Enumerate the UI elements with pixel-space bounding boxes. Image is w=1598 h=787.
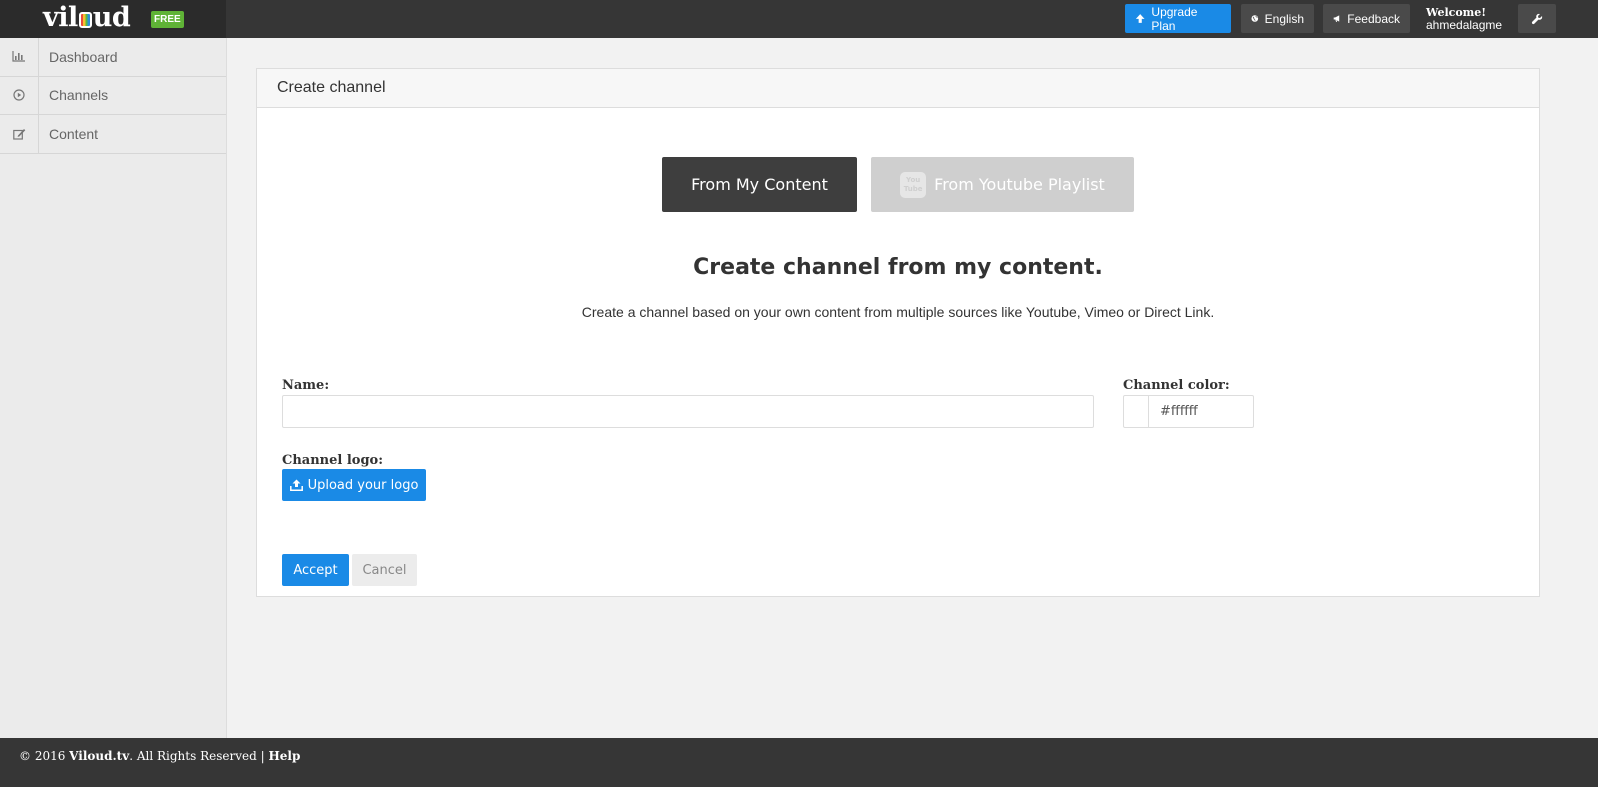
channel-color-label: Channel color: <box>1123 378 1230 393</box>
rights-text: . All Rights Reserved | <box>129 749 269 763</box>
sidebar-item-dashboard[interactable]: Dashboard <box>0 38 226 77</box>
feedback-button[interactable]: Feedback <box>1323 4 1410 33</box>
accept-button[interactable]: Accept <box>282 554 349 586</box>
color-swatch[interactable] <box>1124 396 1149 427</box>
panel-title: Create channel <box>257 69 1539 108</box>
sidebar-item-content[interactable]: Content <box>0 115 226 154</box>
wrench-icon <box>1531 13 1543 24</box>
tv-logo-icon <box>78 12 92 28</box>
name-label: Name: <box>282 378 330 393</box>
edit-icon <box>12 128 25 140</box>
sidebar: Dashboard Channels Content <box>0 38 227 738</box>
create-channel-panel: Create channel From My Content You Tube F… <box>256 68 1540 597</box>
cancel-button[interactable]: Cancel <box>352 554 417 586</box>
help-link[interactable]: Help <box>268 749 300 763</box>
upload-logo-button[interactable]: Upload your logo <box>282 469 426 501</box>
from-my-content-tab[interactable]: From My Content <box>662 157 857 212</box>
upgrade-plan-button[interactable]: Upgrade Plan <box>1125 4 1231 33</box>
upload-icon <box>289 479 303 491</box>
from-youtube-playlist-tab[interactable]: You Tube From Youtube Playlist <box>871 157 1134 212</box>
plan-badge: FREE <box>151 11 184 28</box>
brand-area: vil ud FREE <box>0 0 226 38</box>
arrow-up-icon <box>1135 14 1145 23</box>
viloud-logo[interactable]: vil ud <box>43 3 131 33</box>
language-button[interactable]: English <box>1241 4 1314 33</box>
section-heading: Create channel from my content. <box>693 255 1103 280</box>
sidebar-item-label: Content <box>49 125 99 142</box>
section-description: Create a channel based on your own conte… <box>581 304 1215 320</box>
color-value[interactable]: #ffffff <box>1149 396 1198 427</box>
bar-chart-icon <box>12 51 25 62</box>
username: ahmedalagme <box>1426 18 1503 32</box>
footer-site-link[interactable]: Viloud.tv <box>69 749 129 763</box>
top-bar: vil ud FREE Upgrade Plan English Feedback… <box>0 0 1598 38</box>
sidebar-item-channels[interactable]: Channels <box>0 76 226 115</box>
channel-color-picker[interactable]: #ffffff <box>1123 395 1254 428</box>
name-input[interactable] <box>282 395 1094 428</box>
channel-logo-label: Channel logo: <box>282 453 384 468</box>
sidebar-item-label: Dashboard <box>49 48 118 65</box>
youtube-icon: You Tube <box>900 171 927 198</box>
footer: © 2016 Viloud.tv. All Rights Reserved | … <box>0 738 1598 787</box>
sidebar-item-label: Channels <box>49 87 109 104</box>
settings-button[interactable] <box>1518 4 1556 33</box>
play-circle-icon <box>13 89 25 101</box>
user-welcome: Welcome! ahmedalagme <box>1426 6 1502 32</box>
copyright-text: © 2016 <box>19 749 70 763</box>
globe-icon <box>1251 15 1259 22</box>
megaphone-icon <box>1333 15 1340 22</box>
